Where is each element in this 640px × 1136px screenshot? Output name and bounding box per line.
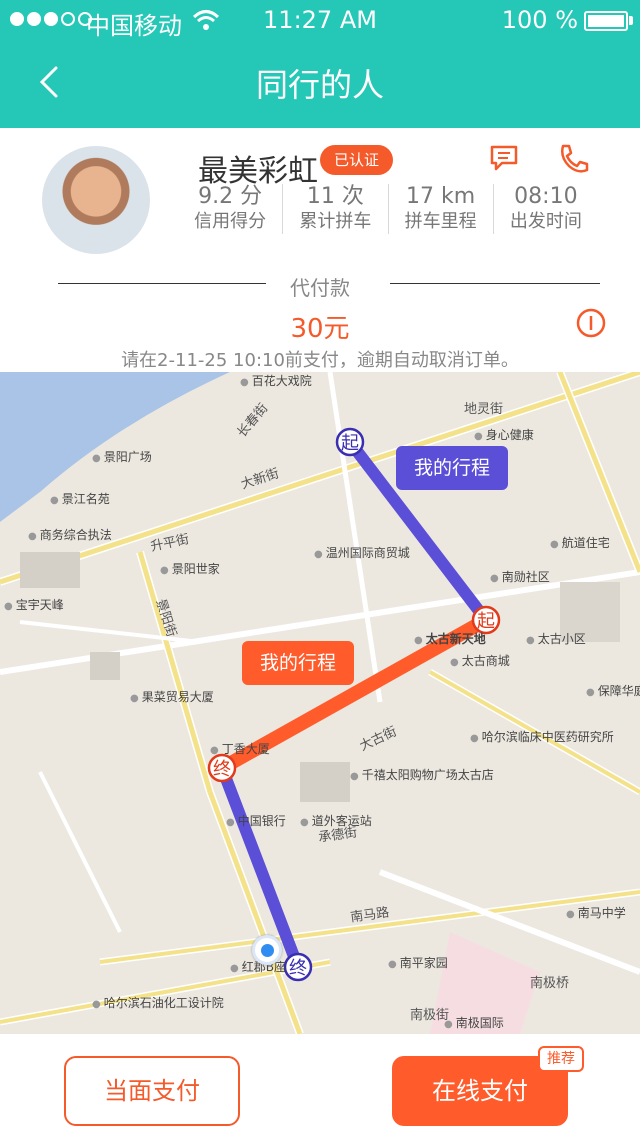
poi: 丁香大厦	[210, 740, 270, 757]
poi: 道外客运站	[300, 812, 372, 829]
svg-text:起: 起	[477, 611, 495, 632]
poi: 南勋社区	[490, 568, 550, 585]
verified-badge: 已认证	[320, 145, 394, 175]
poi: 宝宇天峰	[4, 596, 64, 613]
stat-rides: 11 次 累计拼车	[283, 184, 389, 234]
poi: 南马中学	[566, 904, 626, 921]
poi: 哈尔滨临床中医药研究所	[470, 728, 614, 745]
recommend-badge: 推荐	[538, 1046, 584, 1072]
svg-text:起: 起	[341, 433, 359, 454]
route-end-marker-blue: 终	[283, 952, 313, 982]
header-bar: 中国移动 11:27 AM 100 % 同行的人	[0, 0, 640, 128]
poi: 果菜贸易大厦	[130, 688, 214, 705]
stat-credit: 9.2 分 信用得分	[178, 184, 284, 234]
page-title: 同行的人	[255, 66, 384, 104]
poi: 景阳世家	[160, 560, 220, 577]
poi: 南极国际	[444, 1014, 504, 1031]
payment-amount: 30元	[290, 314, 350, 344]
poi: 商务综合执法	[28, 526, 112, 543]
battery-percent: 100 %	[501, 6, 578, 34]
poi: 太古小区	[526, 630, 586, 647]
poi: 航道住宅	[550, 534, 610, 551]
route-start-marker-blue: 起	[335, 427, 365, 457]
poi: 景阳广场	[92, 448, 152, 465]
avatar[interactable]	[42, 146, 150, 254]
poi: 温州国际商贸城	[314, 544, 410, 561]
poi: 哈尔滨石油化工设计院	[92, 994, 224, 1011]
poi: 太古商城	[450, 652, 510, 669]
route-bubble-orange[interactable]: 我的行程	[242, 641, 355, 685]
status-bar: 中国移动 11:27 AM 100 %	[0, 0, 640, 40]
poi: 保障华庭	[586, 682, 640, 699]
route-end-marker-orange: 终	[207, 753, 237, 783]
poi: 南平家园	[388, 954, 448, 971]
stat-distance: 17 km 拼车里程	[389, 184, 494, 234]
poi: 身心健康	[474, 426, 534, 443]
poi: 千禧太阳购物广场太古店	[350, 766, 494, 783]
battery-icon	[584, 11, 628, 31]
payment-label: 代付款	[290, 276, 350, 300]
map-canvas: 起 起 终 终	[0, 372, 640, 1034]
route-map[interactable]: 起 起 终 终 大新街 长春街 升平街 景阳街 承德街 南马路 南极街 大古街 …	[0, 372, 640, 1034]
svg-text:终: 终	[213, 759, 231, 780]
info-icon[interactable]	[576, 308, 606, 338]
chat-bubble-icon[interactable]	[488, 143, 520, 173]
poi: 百花大戏院	[240, 372, 312, 389]
stat-departure: 08:10 出发时间	[509, 184, 582, 232]
user-stats: 9.2 分 信用得分 11 次 累计拼车 17 km 拼车里程 08:10 出发…	[178, 184, 598, 234]
screen: 中国移动 11:27 AM 100 % 同行的人 最美彩虹 已认证 9.2 分 …	[0, 0, 640, 1136]
street-label: 南极桥	[530, 976, 570, 991]
svg-text:终: 终	[289, 958, 307, 979]
current-location-marker	[252, 935, 282, 965]
phone-icon[interactable]	[556, 143, 590, 175]
poi: 太古新天地	[414, 630, 486, 647]
pay-in-person-button[interactable]: 当面支付	[64, 1056, 240, 1126]
poi: 中国银行	[226, 812, 286, 829]
poi: 景江名苑	[50, 490, 110, 507]
payment-deadline: 请在2-11-25 10:10前支付，逾期自动取消订单。	[121, 350, 519, 371]
route-bubble-blue[interactable]: 我的行程	[396, 446, 509, 490]
street-label: 地灵街	[464, 402, 504, 417]
